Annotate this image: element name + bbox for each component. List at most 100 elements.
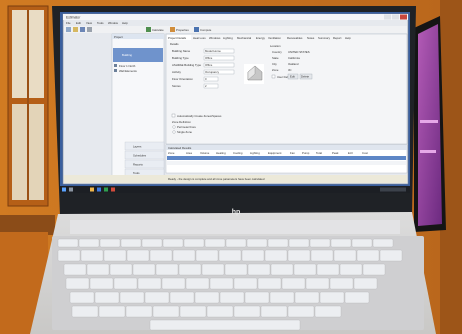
keyboard-key[interactable] — [356, 249, 380, 262]
tab-help[interactable]: Help — [345, 36, 351, 40]
table-row[interactable] — [167, 166, 406, 170]
tree-item-floor[interactable]: Floor 1 North — [119, 64, 136, 68]
left-panel-section-reports[interactable] — [124, 159, 165, 169]
tab-notes[interactable]: Notes — [307, 36, 315, 40]
keyboard-key[interactable] — [233, 305, 261, 318]
table-row[interactable] — [167, 161, 406, 165]
keyboard-key[interactable] — [119, 291, 145, 304]
toolbar-calculate[interactable]: Calculate — [152, 28, 164, 32]
keyboard-key[interactable] — [94, 291, 120, 304]
keyboard-key[interactable] — [219, 291, 245, 304]
keyboard-key[interactable] — [351, 238, 373, 248]
keyboard-key[interactable] — [120, 238, 142, 248]
keyboard-key[interactable] — [161, 277, 186, 290]
keyboard-key[interactable] — [86, 263, 110, 276]
keyboard-key[interactable] — [264, 249, 288, 262]
tab-report[interactable]: Report — [333, 36, 342, 40]
keyboard-key[interactable] — [270, 263, 294, 276]
keyboard-key[interactable] — [344, 291, 370, 304]
keyboard-key[interactable] — [57, 249, 81, 262]
tree-item-walls[interactable]: Wall Elements — [119, 69, 137, 73]
new-icon[interactable] — [66, 27, 71, 32]
keyboard-key[interactable] — [329, 277, 354, 290]
keyboard-key[interactable] — [316, 263, 340, 276]
tab-renewables[interactable]: Renewables — [287, 36, 303, 40]
tab-windows[interactable]: Windows — [209, 36, 221, 40]
keyboard-key[interactable] — [287, 305, 315, 318]
keyboard-key[interactable] — [288, 238, 310, 248]
keyboard-key[interactable] — [162, 238, 184, 248]
keyboard-key[interactable] — [206, 305, 234, 318]
keyboard-key[interactable] — [103, 249, 127, 262]
keyboard-key[interactable] — [257, 277, 282, 290]
search-icon[interactable] — [69, 187, 73, 192]
keyboard-key[interactable] — [281, 277, 306, 290]
keyboard-key[interactable] — [57, 238, 79, 248]
toolbar-properties[interactable]: Properties — [176, 28, 189, 32]
keyboard-key[interactable] — [287, 249, 311, 262]
keyboard-key[interactable] — [353, 277, 378, 290]
tab-energy[interactable]: Energy — [256, 36, 265, 40]
keyboard-key[interactable] — [178, 263, 202, 276]
tab-lighting[interactable]: Lighting — [223, 36, 233, 40]
keyboard-key[interactable] — [89, 277, 114, 290]
keyboard-key[interactable] — [78, 238, 100, 248]
keyboard-key[interactable] — [224, 263, 248, 276]
toolbar-compute[interactable]: Compute — [200, 28, 212, 32]
left-panel-section-tools[interactable] — [124, 168, 165, 177]
keyboard-key[interactable] — [269, 291, 295, 304]
keyboard-key[interactable] — [339, 263, 363, 276]
user-defined-checkbox[interactable] — [271, 74, 276, 79]
keyboard-key[interactable] — [126, 249, 150, 262]
table-row[interactable] — [167, 156, 406, 160]
menu-edit[interactable]: Edit — [76, 21, 81, 25]
menu-window[interactable]: Window — [108, 21, 119, 25]
keyboard-key[interactable] — [113, 277, 138, 290]
spacebar-key[interactable] — [149, 319, 301, 331]
keyboard-key[interactable] — [149, 249, 173, 262]
menu-help[interactable]: Help — [122, 21, 128, 25]
close-button[interactable] — [400, 14, 407, 20]
keyboard-key[interactable] — [260, 305, 288, 318]
keyboard-key[interactable] — [244, 291, 270, 304]
keyboard-key[interactable] — [379, 249, 403, 262]
taskbar-app-icon[interactable] — [111, 187, 115, 192]
start-icon[interactable] — [62, 187, 66, 192]
minimize-button[interactable] — [384, 14, 391, 20]
tree-root-selected[interactable] — [113, 48, 163, 62]
keyboard-key[interactable] — [125, 305, 153, 318]
keyboard-key[interactable] — [144, 291, 170, 304]
open-icon[interactable] — [73, 27, 78, 32]
keyboard-key[interactable] — [99, 238, 121, 248]
keyboard-key[interactable] — [194, 291, 220, 304]
keyboard-key[interactable] — [141, 238, 163, 248]
keyboard-key[interactable] — [330, 238, 352, 248]
keyboard-key[interactable] — [362, 263, 386, 276]
keyboard-key[interactable] — [132, 263, 156, 276]
keyboard-key[interactable] — [172, 249, 196, 262]
keyboard-key[interactable] — [195, 249, 219, 262]
maximize-button[interactable] — [392, 14, 399, 20]
keyboard-key[interactable] — [309, 238, 331, 248]
radio-single[interactable] — [172, 130, 176, 134]
keyboard-key[interactable] — [246, 238, 268, 248]
keyboard-key[interactable] — [65, 277, 90, 290]
properties-icon[interactable] — [170, 27, 175, 32]
keyboard-key[interactable] — [225, 238, 247, 248]
auto-zones-checkbox[interactable] — [171, 113, 176, 118]
taskbar-app-icon[interactable] — [104, 187, 108, 192]
system-tray[interactable] — [380, 187, 406, 192]
keyboard-key[interactable] — [155, 263, 179, 276]
menu-file[interactable]: File — [66, 21, 71, 25]
keyboard-key[interactable] — [183, 238, 205, 248]
keyboard-key[interactable] — [152, 305, 180, 318]
keyboard-key[interactable] — [71, 305, 99, 318]
tree-root[interactable]: Building — [122, 53, 132, 57]
keyboard-key[interactable] — [185, 277, 210, 290]
keyboard-key[interactable] — [319, 291, 345, 304]
keyboard-key[interactable] — [267, 238, 289, 248]
tab-ventilation[interactable]: Ventilation — [268, 36, 281, 40]
keyboard-key[interactable] — [372, 238, 394, 248]
keyboard-key[interactable] — [209, 277, 234, 290]
keyboard-key[interactable] — [179, 305, 207, 318]
